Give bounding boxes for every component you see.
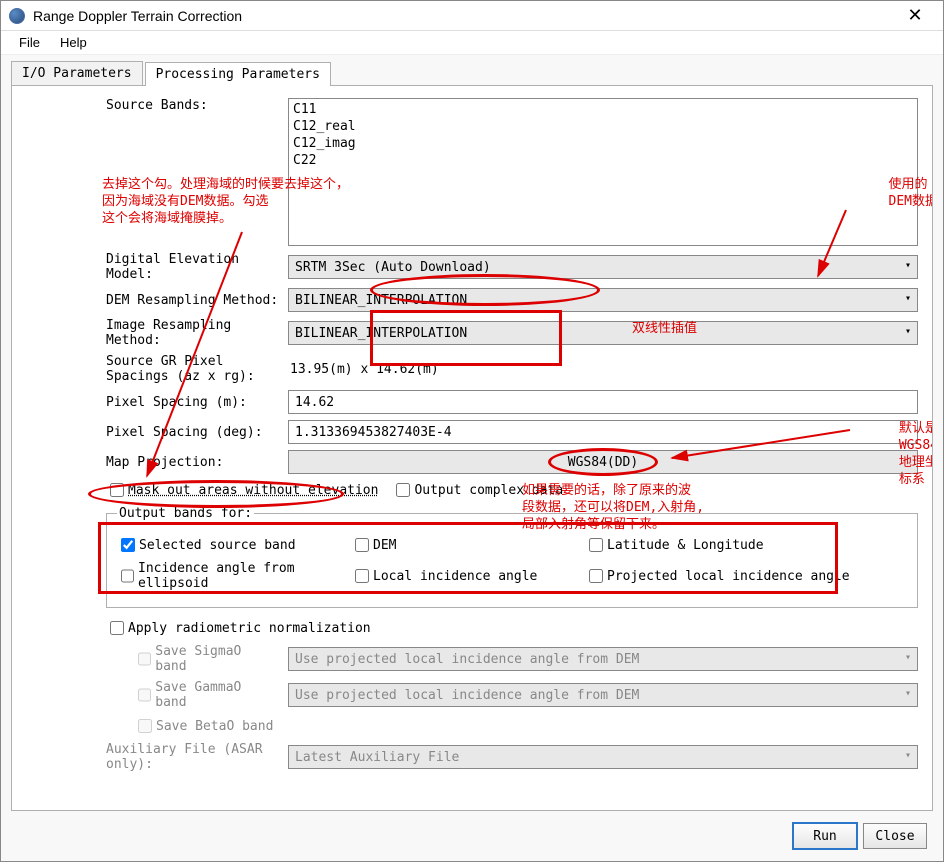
- chevron-down-icon: ▾: [905, 750, 911, 761]
- selected-source-band-checkbox[interactable]: Selected source band: [117, 535, 337, 555]
- label-pix-m: Pixel Spacing (m):: [26, 395, 288, 410]
- value-src-gr: 13.95(m) x 14.62(m): [288, 362, 918, 377]
- titlebar: Range Doppler Terrain Correction ✕: [1, 1, 943, 31]
- app-icon: [9, 8, 25, 24]
- mask-checkbox[interactable]: Mask out areas without elevation: [106, 480, 378, 500]
- image-resampling-select[interactable]: BILINEAR_INTERPOLATION ▾: [288, 321, 918, 345]
- button-bar: Run Close: [793, 823, 927, 849]
- chevron-down-icon: ▾: [905, 688, 911, 699]
- output-bands-fieldset: Output bands for: Selected source band D…: [106, 506, 918, 608]
- chevron-down-icon: ▾: [905, 326, 911, 337]
- beta0-checkbox: Save BetaO band: [134, 716, 274, 736]
- proj-local-inc-checkbox[interactable]: Projected local incidence angle: [585, 561, 850, 591]
- dem-select[interactable]: SRTM 3Sec (Auto Download) ▾: [288, 255, 918, 279]
- app-window: Range Doppler Terrain Correction ✕ File …: [0, 0, 944, 862]
- menubar: File Help: [1, 31, 943, 55]
- list-item[interactable]: C12_imag: [293, 135, 913, 152]
- complex-checkbox[interactable]: Output complex data: [392, 480, 563, 500]
- map-projection-button[interactable]: WGS84(DD): [288, 450, 918, 474]
- label-aux-file: Auxiliary File (ASAR only):: [26, 742, 288, 772]
- label-map-proj: Map Projection:: [26, 455, 288, 470]
- tab-pane-processing: Source Bands: C11 C12_real C12_imag C22 …: [11, 85, 933, 811]
- sigma0-checkbox: Save SigmaO band: [134, 644, 274, 674]
- dem-select-value: SRTM 3Sec (Auto Download): [295, 260, 491, 275]
- menu-help[interactable]: Help: [50, 33, 97, 52]
- label-img-resamp: Image Resampling Method:: [26, 318, 288, 348]
- inc-ellipsoid-checkbox[interactable]: Incidence angle from ellipsoid: [117, 561, 337, 591]
- close-button[interactable]: Close: [863, 823, 927, 849]
- aux-file-select: Latest Auxiliary File ▾: [288, 745, 918, 769]
- run-button[interactable]: Run: [793, 823, 857, 849]
- pixel-spacing-m-input[interactable]: [288, 390, 918, 414]
- chevron-down-icon: ▾: [905, 260, 911, 271]
- label-pix-deg: Pixel Spacing (deg):: [26, 425, 288, 440]
- window-title: Range Doppler Terrain Correction: [33, 8, 895, 24]
- label-dem: Digital Elevation Model:: [26, 252, 288, 282]
- label-source-bands: Source Bands:: [26, 98, 288, 113]
- tab-io-parameters[interactable]: I/O Parameters: [11, 61, 143, 85]
- chevron-down-icon: ▾: [905, 652, 911, 663]
- menu-file[interactable]: File: [9, 33, 50, 52]
- source-bands-list[interactable]: C11 C12_real C12_imag C22: [288, 98, 918, 246]
- gamma0-select: Use projected local incidence angle from…: [288, 683, 918, 707]
- apply-radiometric-checkbox[interactable]: Apply radiometric normalization: [106, 618, 371, 638]
- label-src-gr: Source GR Pixel Spacings (az x rg):: [26, 354, 288, 384]
- image-resampling-value: BILINEAR_INTERPOLATION: [295, 326, 467, 341]
- latlon-checkbox[interactable]: Latitude & Longitude: [585, 535, 805, 555]
- list-item[interactable]: C22: [293, 152, 913, 169]
- dem-output-checkbox[interactable]: DEM: [351, 535, 571, 555]
- complex-checkbox-label: Output complex data: [414, 483, 563, 498]
- list-item[interactable]: C11: [293, 101, 913, 118]
- tabs: I/O Parameters Processing Parameters: [11, 61, 933, 85]
- map-projection-value: WGS84(DD): [568, 455, 638, 470]
- dem-resampling-select[interactable]: BILINEAR_INTERPOLATION ▾: [288, 288, 918, 312]
- list-item[interactable]: C12_real: [293, 118, 913, 135]
- output-bands-legend: Output bands for:: [117, 506, 254, 521]
- gamma0-checkbox: Save GammaO band: [134, 680, 274, 710]
- close-icon[interactable]: ✕: [895, 5, 935, 26]
- label-dem-resamp: DEM Resampling Method:: [26, 293, 288, 308]
- pixel-spacing-deg-input[interactable]: [288, 420, 918, 444]
- mask-checkbox-label: Mask out areas without elevation: [128, 483, 378, 498]
- sigma0-select: Use projected local incidence angle from…: [288, 647, 918, 671]
- tab-processing-parameters[interactable]: Processing Parameters: [145, 62, 331, 86]
- local-inc-checkbox[interactable]: Local incidence angle: [351, 561, 571, 591]
- chevron-down-icon: ▾: [905, 293, 911, 304]
- dem-resampling-value: BILINEAR_INTERPOLATION: [295, 293, 467, 308]
